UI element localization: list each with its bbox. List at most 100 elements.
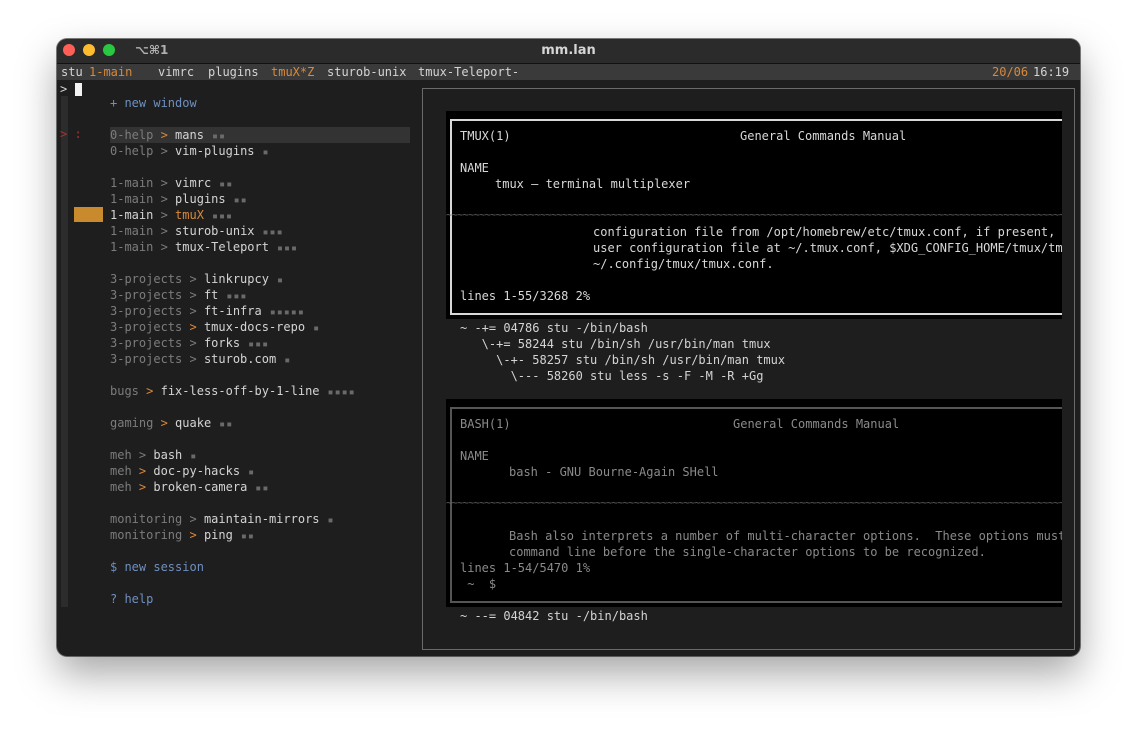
process-tree-line: \-+= 58244 stu /bin/sh /usr/bin/man tmux (460, 337, 771, 351)
list-item[interactable]: 3-projects > forks ▪▪▪ (110, 335, 269, 351)
item-session: meh (110, 480, 132, 494)
selection-arrow-icon: > : (60, 127, 82, 141)
item-window: maintain-mirrors (203, 512, 320, 526)
man-status-line: lines 1-55/3268 2% (460, 289, 591, 303)
scrollbar-track[interactable] (61, 96, 68, 607)
status-session: stu (61, 65, 83, 79)
new-session-button[interactable]: $ new session (110, 559, 204, 575)
item-window: ft (203, 288, 219, 302)
pane-dots: ▪▪▪▪ (327, 387, 356, 398)
session-tree-sidebar: > > : + new window 0-help > mans ▪▪ 0-hel… (57, 80, 419, 656)
status-window-plugins[interactable]: plugins (208, 64, 259, 80)
list-item[interactable]: meh > doc-py-hacks ▪ (110, 463, 255, 479)
item-session: 3-projects (110, 336, 183, 350)
item-window: tmuX (175, 208, 204, 222)
new-window-button[interactable]: + new window (110, 95, 197, 111)
pane-dots: ▪▪▪ (276, 243, 299, 254)
list-item[interactable]: 3-projects > ft ▪▪▪ (110, 287, 247, 303)
pane-dots: ▪▪ (219, 179, 234, 190)
list-item[interactable]: 0-help > mans ▪▪ (110, 127, 410, 143)
list-item[interactable]: monitoring > ping ▪▪ (110, 527, 255, 543)
item-window: doc-py-hacks (153, 464, 241, 478)
item-session: 1-main (110, 192, 154, 206)
pane-dots: ▪▪▪▪▪ (269, 307, 305, 318)
list-item[interactable]: 1-main > tmuX ▪▪▪ (110, 207, 233, 223)
list-item[interactable]: 3-projects > linkrupcy ▪ (110, 271, 284, 287)
item-session: 1-main (110, 208, 154, 222)
list-item[interactable]: 1-main > sturob-unix ▪▪▪ (110, 223, 284, 239)
help-button[interactable]: ? help (110, 591, 153, 607)
list-item[interactable]: 3-projects > sturob.com ▪ (110, 351, 291, 367)
list-item[interactable]: 0-help > vim-plugins ▪ (110, 143, 270, 159)
item-window: mans (175, 128, 204, 142)
list-item[interactable]: gaming > quake ▪▪ (110, 415, 233, 431)
man-body-line: command line before the single-character… (509, 545, 986, 559)
item-session: 0-help (110, 128, 154, 142)
status-window-tmux[interactable]: tmuX*Z (271, 64, 314, 80)
list-item[interactable]: 1-main > tmux-Teleport ▪▪▪ (110, 239, 298, 255)
pane-dots: ▪▪ (219, 419, 234, 430)
man-body-line: configuration file from /opt/homebrew/et… (593, 225, 1062, 239)
pane-dots: ▪ (276, 275, 284, 286)
pane-dots: ▪▪▪ (262, 227, 284, 238)
list-item[interactable]: monitoring > maintain-mirrors ▪ (110, 511, 335, 527)
status-window-vimrc[interactable]: vimrc (158, 64, 194, 80)
item-window: tmux-Teleport (175, 240, 269, 254)
status-current-window[interactable]: 1-main (89, 64, 132, 80)
list-item[interactable]: 3-projects > ft-infra ▪▪▪▪▪ (110, 303, 305, 319)
list-item[interactable]: 3-projects > tmux-docs-repo ▪ (110, 319, 320, 335)
tmux-status-bar: stu 1-main vimrc plugins tmuX*Z sturob-u… (57, 64, 1080, 80)
item-window: ping (203, 528, 233, 542)
item-window: fix-less-off-by-1-line (160, 384, 320, 398)
item-window: sturob-unix (175, 224, 255, 238)
window-title: mm.lan (541, 43, 596, 58)
pane-divider: ~~~~~~~~~~~~~~~~~~~~~~~~~~~~~~~~~~~~~~~~… (446, 498, 1062, 509)
item-window: linkrupcy (203, 272, 269, 286)
man-header-left: TMUX(1) (460, 129, 511, 143)
item-window: forks (203, 336, 241, 350)
preview-card-bash[interactable]: BASH(1) General Commands Manual NAME bas… (446, 399, 1062, 607)
man-body-line: user configuration file at ~/.tmux.conf,… (593, 241, 1062, 255)
process-tree-line: \--- 58260 stu less -s -F -M -R +Gg (460, 369, 764, 383)
item-session: 3-projects (110, 352, 183, 366)
preview-card-tmux[interactable]: TMUX(1) General Commands Manual NAME tmu… (446, 111, 1062, 319)
man-body-line: Bash also interprets a number of multi-c… (509, 529, 1062, 543)
item-window: sturob.com (203, 352, 277, 366)
terminal-window: ⌥⌘1 mm.lan stu 1-main vimrc plugins tmuX… (57, 39, 1080, 656)
list-item[interactable]: bugs > fix-less-off-by-1-line ▪▪▪▪ (110, 383, 356, 399)
item-session: gaming (110, 416, 154, 430)
pane-dots: ▪▪ (233, 195, 248, 206)
man-body-line: ~/.config/tmux/tmux.conf. (593, 257, 774, 271)
item-session: 1-main (110, 224, 154, 238)
man-name-line: tmux – terminal multiplexer (495, 177, 691, 191)
item-session: monitoring (110, 512, 183, 526)
item-window: plugins (175, 192, 226, 206)
item-window: quake (175, 416, 212, 430)
status-window-tmux-teleport[interactable]: tmux-Teleport- (418, 64, 519, 80)
list-item[interactable]: 1-main > vimrc ▪▪ (110, 175, 233, 191)
list-item[interactable]: meh > broken-camera ▪▪ (110, 479, 269, 495)
pane-dots: ▪ (313, 323, 321, 334)
pane-divider: ~~~~~~~~~~~~~~~~~~~~~~~~~~~~~~~~~~~~~~~~… (446, 210, 1062, 221)
process-tree-line: ~ --= 04842 stu -/bin/bash (460, 609, 648, 623)
pane-dots: ▪▪▪ (226, 291, 248, 302)
item-session: 3-projects (110, 320, 183, 334)
pane-dots: ▪ (248, 467, 256, 478)
item-session: 3-projects (110, 304, 183, 318)
text-cursor[interactable] (75, 83, 82, 96)
filter-prompt: > (60, 82, 68, 96)
item-session: meh (110, 448, 132, 462)
man-header-center: General Commands Manual (733, 417, 900, 431)
item-session: 0-help (110, 144, 154, 158)
item-session: 1-main (110, 240, 154, 254)
list-item[interactable]: 1-main > plugins ▪▪ (110, 191, 248, 207)
title-bar: ⌥⌘1 mm.lan (57, 39, 1080, 64)
pane-dots: ▪▪▪ (248, 339, 270, 350)
status-window-sturob-unix[interactable]: sturob-unix (327, 64, 406, 80)
pane-dots: ▪▪ (240, 531, 255, 542)
process-tree-line: ~ -+= 04786 stu -/bin/bash (460, 321, 648, 335)
pane-dots: ▪ (327, 515, 335, 526)
list-item[interactable]: meh > bash ▪ (110, 447, 197, 463)
item-session: 1-main (110, 176, 154, 190)
pane-dots: ▪▪ (211, 131, 226, 142)
